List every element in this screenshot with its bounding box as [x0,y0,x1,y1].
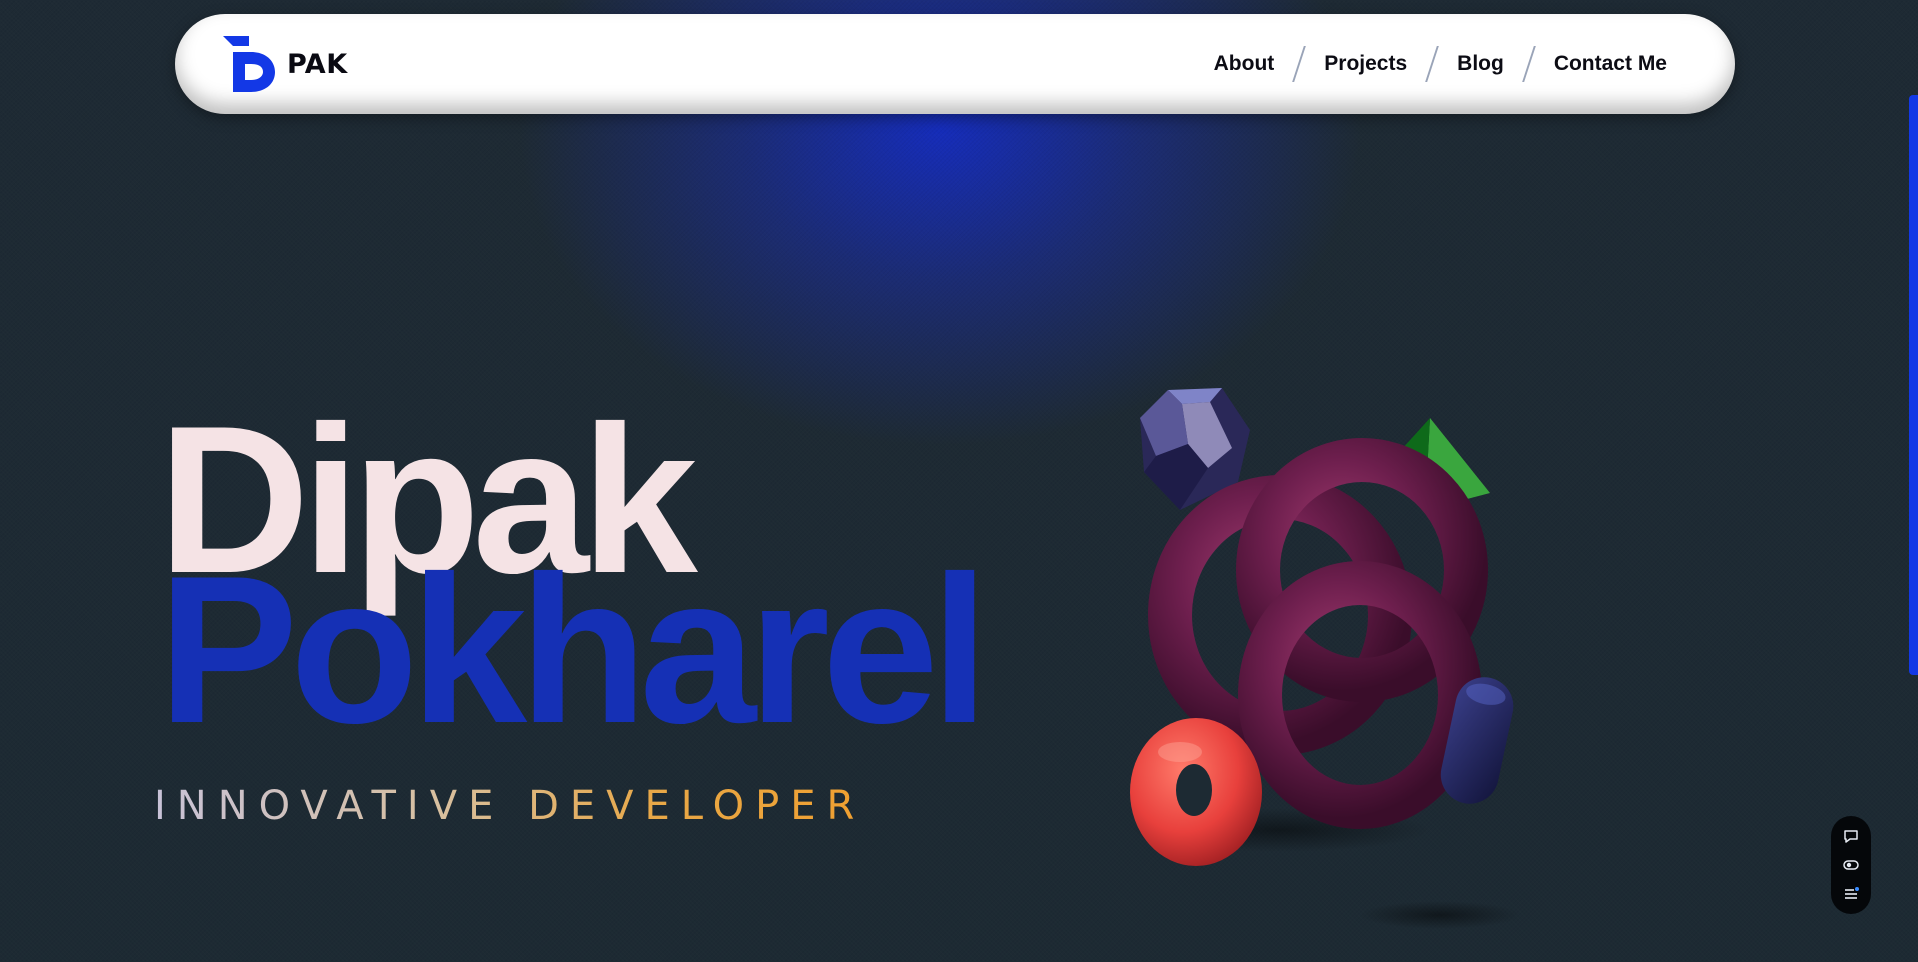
ground-shadow-secondary [1360,901,1520,929]
hero-tagline: INNOVATIVE DEVELOPER [154,783,866,829]
logo-d-icon [223,36,275,92]
nav-divider [1425,46,1440,82]
navbar: PAK About Projects Blog Contact Me [175,14,1735,114]
chat-icon[interactable] [1840,825,1862,847]
floating-toolbar [1831,816,1871,914]
logo[interactable]: PAK [223,34,348,94]
main-nav: About Projects Blog Contact Me [1214,14,1667,114]
nav-blog-link[interactable]: Blog [1457,52,1504,76]
scroll-progress-bar[interactable] [1909,95,1918,675]
torus-shape [1130,718,1262,866]
hero-3d-artwork [1130,388,1520,929]
nav-divider [1292,46,1307,82]
menu-icon[interactable] [1840,883,1862,905]
toggle-icon[interactable] [1840,854,1862,876]
nav-projects-link[interactable]: Projects [1324,52,1407,76]
logo-text: PAK [287,48,348,80]
nav-contact-link[interactable]: Contact Me [1554,52,1667,76]
nav-divider [1521,46,1536,82]
nav-about-link[interactable]: About [1214,52,1275,76]
hero-last-name: Pokharel [158,532,989,767]
